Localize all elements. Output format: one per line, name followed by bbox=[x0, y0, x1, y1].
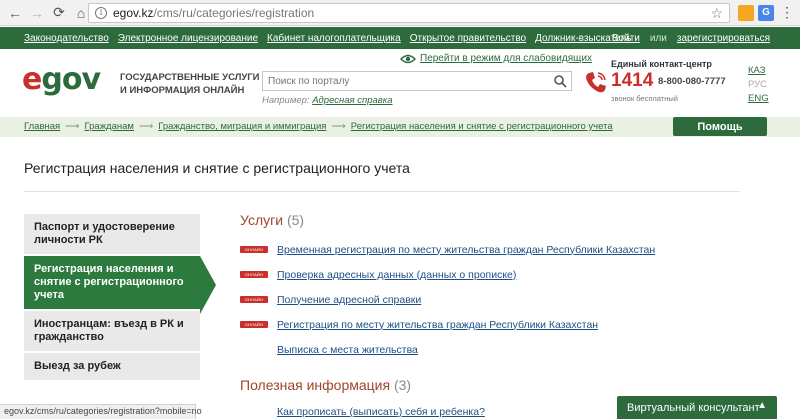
service-link-temp-registration[interactable]: Временная регистрация по месту жительств… bbox=[277, 244, 655, 256]
contact-number[interactable]: 8-800-080-7777 bbox=[658, 76, 726, 87]
bookmark-star-icon[interactable]: ☆ bbox=[710, 5, 723, 22]
address-bar[interactable]: i egov.kz/cms/ru/categories/registration… bbox=[88, 3, 730, 23]
list-item: ОНЛАЙН Проверка адресных данных (данных … bbox=[240, 262, 760, 287]
topbar-link-licensing[interactable]: Электронное лицензирование bbox=[118, 33, 258, 44]
useful-info-title: Полезная информация bbox=[240, 377, 391, 393]
service-link-deregistration[interactable]: Выписка с места жительства bbox=[277, 344, 418, 356]
browser-status-bar: egov.kz/cms/ru/categories/registration?m… bbox=[0, 404, 202, 419]
service-link-permanent-registration[interactable]: Регистрация по месту жительства граждан … bbox=[277, 319, 598, 331]
sidebar-item-label: Выезд за рубеж bbox=[34, 360, 121, 372]
breadcrumb: Главная ⟶ Гражданам ⟶ Гражданство, мигра… bbox=[24, 121, 613, 132]
services-count: (5) bbox=[286, 212, 305, 228]
service-link-address-certificate[interactable]: Получение адресной справки bbox=[277, 294, 421, 306]
low-vision-toggle[interactable]: Перейти в режим для слабовидящих bbox=[400, 53, 592, 64]
lang-eng[interactable]: ENG bbox=[748, 92, 778, 106]
site-header: egov ГОСУДАРСТВЕННЫЕ УСЛУГИ И ИНФОРМАЦИЯ… bbox=[0, 49, 800, 115]
topbar-link-taxpayer[interactable]: Кабинет налогоплательщика bbox=[267, 33, 401, 44]
breadcrumb-home[interactable]: Главная bbox=[24, 121, 60, 132]
login-link[interactable]: Войти bbox=[612, 33, 640, 44]
sidebar-item-label: Регистрация населения и снятие с регистр… bbox=[34, 263, 184, 301]
site-tagline: ГОСУДАРСТВЕННЫЕ УСЛУГИ И ИНФОРМАЦИЯ ОНЛА… bbox=[120, 72, 260, 96]
hint-example-link[interactable]: Адресная справка bbox=[312, 95, 392, 106]
hint-prefix: Например: bbox=[262, 95, 310, 106]
logo-e: e bbox=[22, 62, 42, 97]
sidebar-item-registration[interactable]: Регистрация населения и снятие с регистр… bbox=[24, 256, 216, 314]
list-item: ОНЛАЙН Получение адресной справки bbox=[240, 287, 760, 312]
badge-placeholder bbox=[240, 346, 268, 353]
list-item: ОНЛАЙН Временная регистрация по месту жи… bbox=[240, 237, 760, 262]
sidebar-item-foreigners[interactable]: Иностранцам: въезд в РК и гражданство bbox=[24, 311, 200, 353]
contact-center: Единый контакт-центр 1414 8-800-080-7777… bbox=[583, 59, 733, 103]
lang-rus[interactable]: РУС bbox=[748, 78, 778, 92]
virtual-consultant-widget[interactable]: Виртуальный консультант ▲ bbox=[617, 396, 777, 419]
contact-label: Единый контакт-центр bbox=[611, 59, 712, 69]
rss-extension-icon[interactable] bbox=[738, 5, 754, 21]
chevron-up-icon[interactable]: ▲ bbox=[757, 400, 767, 411]
breadcrumb-registration[interactable]: Регистрация населения и снятие с регистр… bbox=[351, 121, 613, 132]
help-button[interactable]: Помощь bbox=[673, 117, 767, 136]
eye-icon bbox=[400, 54, 416, 63]
search-box bbox=[262, 71, 572, 91]
list-item: Выписка с места жительства bbox=[240, 337, 760, 362]
back-button[interactable]: ← bbox=[4, 2, 26, 24]
useful-info-heading: Полезная информация (3) bbox=[240, 377, 411, 393]
register-link[interactable]: зарегистрироваться bbox=[677, 33, 770, 44]
egov-logo[interactable]: egov bbox=[22, 62, 101, 97]
contact-short-number[interactable]: 1414 bbox=[611, 70, 653, 92]
service-link-address-check[interactable]: Проверка адресных данных (данных о пропи… bbox=[277, 269, 516, 281]
browser-toolbar: ← → ⟳ ⌂ i egov.kz/cms/ru/categories/regi… bbox=[0, 0, 800, 26]
services-title: Услуги bbox=[240, 212, 284, 228]
title-divider bbox=[24, 191, 740, 192]
list-item: ОНЛАЙН Регистрация по месту жительства г… bbox=[240, 312, 760, 337]
translate-extension-icon[interactable]: G bbox=[758, 5, 774, 21]
sidebar-item-label: Паспорт и удостоверение личности РК bbox=[34, 221, 175, 246]
sidebar-item-travel-abroad[interactable]: Выезд за рубеж bbox=[24, 353, 200, 382]
breadcrumb-citizens[interactable]: Гражданам bbox=[85, 121, 134, 132]
consultant-label: Виртуальный консультант bbox=[627, 401, 760, 414]
or-text: или bbox=[649, 32, 667, 44]
top-navigation-bar: Законодательство Электронное лицензирова… bbox=[0, 27, 800, 49]
sidebar-item-label: Иностранцам: въезд в РК и гражданство bbox=[34, 318, 184, 343]
phone-icon bbox=[586, 72, 606, 93]
site-info-icon[interactable]: i bbox=[95, 7, 107, 19]
search-icon[interactable] bbox=[553, 74, 567, 88]
browser-menu-icon[interactable]: ⋮ bbox=[780, 4, 794, 21]
online-badge: ОНЛАЙН bbox=[240, 321, 268, 328]
forward-button[interactable]: → bbox=[26, 2, 48, 24]
reload-button[interactable]: ⟳ bbox=[48, 2, 70, 24]
sidebar-item-passport[interactable]: Паспорт и удостоверение личности РК bbox=[24, 214, 200, 256]
url-path: /cms/ru/categories/registration bbox=[153, 6, 315, 20]
useful-info-count: (3) bbox=[393, 377, 412, 393]
breadcrumb-arrow-icon: ⟶ bbox=[65, 121, 80, 132]
breadcrumb-arrow-icon: ⟶ bbox=[138, 121, 154, 132]
auth-links: Войти или зарегистрироваться bbox=[612, 27, 770, 49]
page-title: Регистрация населения и снятие с регистр… bbox=[24, 160, 410, 176]
breadcrumb-arrow-icon: ⟶ bbox=[331, 121, 346, 132]
category-sidebar: Паспорт и удостоверение личности РК Реги… bbox=[24, 214, 216, 382]
breadcrumb-migration[interactable]: Гражданство, миграция и иммиграция bbox=[158, 121, 326, 132]
topbar-link-legislation[interactable]: Законодательство bbox=[24, 33, 109, 44]
contact-free-note: звонок бесплатный bbox=[611, 94, 678, 103]
topbar-link-open-government[interactable]: Открытое правительство bbox=[410, 33, 526, 44]
online-badge: ОНЛАЙН bbox=[240, 296, 268, 303]
online-badge: ОНЛАЙН bbox=[240, 246, 268, 253]
online-badge: ОНЛАЙН bbox=[240, 271, 268, 278]
search-hint: Например: Адресная справка bbox=[262, 95, 393, 106]
url-host: egov.kz bbox=[113, 6, 154, 20]
useful-info-link[interactable]: Как прописать (выписать) себя и ребенка? bbox=[277, 406, 485, 418]
services-heading: Услуги (5) bbox=[240, 212, 304, 228]
logo-gov: gov bbox=[41, 62, 101, 97]
lang-kaz[interactable]: КАЗ bbox=[748, 64, 778, 78]
low-vision-link[interactable]: Перейти в режим для слабовидящих bbox=[420, 53, 592, 64]
language-switcher: КАЗ РУС ENG bbox=[748, 64, 778, 106]
services-list: ОНЛАЙН Временная регистрация по месту жи… bbox=[240, 237, 760, 362]
search-input[interactable] bbox=[263, 72, 548, 90]
